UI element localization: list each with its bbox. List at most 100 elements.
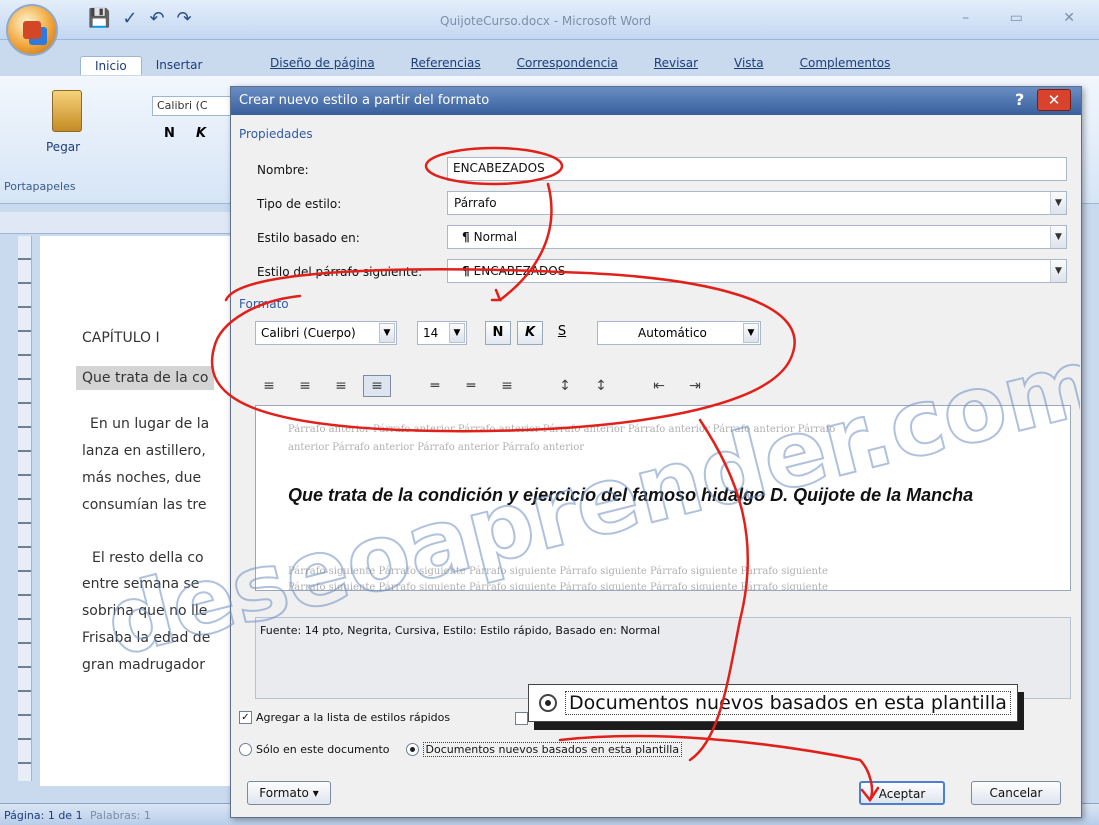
increase-indent-icon[interactable]: ⇥ bbox=[681, 375, 709, 397]
new-docs-label: Documentos nuevos basados en esta planti… bbox=[422, 742, 683, 757]
underline-button[interactable]: S bbox=[549, 321, 575, 345]
vertical-ruler[interactable] bbox=[18, 236, 32, 781]
font-select[interactable]: Calibri (Cuerpo) ▼ bbox=[255, 321, 397, 345]
justify-icon[interactable]: ≡ bbox=[363, 375, 391, 397]
add-quick-styles-row[interactable]: ✓ Agregar a la lista de estilos rápidos bbox=[239, 711, 450, 724]
style-type-value: Párrafo bbox=[454, 196, 497, 210]
status-words[interactable]: Palabras: 1 bbox=[90, 809, 151, 822]
font-value: Calibri (Cuerpo) bbox=[261, 326, 356, 340]
window-title: QuijoteCurso.docx - Microsoft Word bbox=[440, 14, 652, 28]
tab-vista[interactable]: Vista bbox=[734, 56, 764, 70]
bold-button[interactable]: N bbox=[485, 321, 511, 345]
status-page[interactable]: Página: 1 de 1 bbox=[4, 809, 83, 822]
ribbon-italic-icon[interactable]: K bbox=[196, 126, 206, 141]
dialog-title: Crear nuevo estilo a partir del formato bbox=[239, 93, 490, 108]
chevron-down-icon[interactable]: ▼ bbox=[449, 323, 465, 343]
scope-radio-row: Sólo en este documento Documentos nuevos… bbox=[239, 742, 683, 757]
ok-button[interactable]: Aceptar bbox=[859, 781, 945, 805]
font-size-select[interactable]: 14 ▼ bbox=[417, 321, 467, 345]
next-paragraph-value: ENCABEZADOS bbox=[473, 264, 566, 278]
doc-line: consumían las tre bbox=[82, 497, 207, 513]
only-this-doc-label: Sólo en este documento bbox=[256, 743, 390, 756]
office-button[interactable] bbox=[6, 4, 58, 56]
redo-icon[interactable]: ↷ bbox=[177, 8, 192, 29]
only-this-doc-radio[interactable] bbox=[239, 743, 252, 756]
chevron-down-icon[interactable]: ▼ bbox=[1050, 226, 1066, 248]
single-spacing-icon[interactable]: ═ bbox=[421, 375, 449, 397]
chevron-down-icon[interactable]: ▼ bbox=[743, 323, 759, 343]
space-after-icon[interactable]: ↕ bbox=[587, 375, 615, 397]
word-title-bar: 💾 ✓ ↶ ↷ QuijoteCurso.docx - Microsoft Wo… bbox=[0, 0, 1099, 40]
style-type-select[interactable]: Párrafo ▼ bbox=[447, 191, 1067, 215]
help-icon[interactable]: ? bbox=[1015, 90, 1024, 109]
font-color-select[interactable]: Automático ▼ bbox=[597, 321, 761, 345]
name-input[interactable]: ENCABEZADOS bbox=[447, 157, 1067, 181]
based-on-label: Estilo basado en: bbox=[257, 231, 360, 245]
doc-line: En un lugar de la bbox=[90, 416, 210, 432]
font-size-value: 14 bbox=[423, 326, 439, 340]
ribbon-bold-icon[interactable]: N bbox=[164, 126, 175, 141]
preview-previous-paragraph: anterior Párrafo anterior Párrafo anteri… bbox=[288, 442, 585, 453]
align-left-icon[interactable]: ≡ bbox=[255, 375, 283, 397]
tab-complementos[interactable]: Complementos bbox=[800, 56, 891, 70]
doc-line-highlighted: Que trata de la co bbox=[76, 366, 215, 390]
cancel-button[interactable]: Cancelar bbox=[971, 781, 1061, 805]
properties-section-label: Propiedades bbox=[239, 127, 313, 141]
alignment-toolbar: ≡ ≡ ≡ ≡ ═ ═ ≡ ↕ ↕ ⇤ ⇥ bbox=[255, 375, 717, 397]
doc-line: Frisaba la edad de bbox=[82, 630, 211, 646]
chevron-down-icon[interactable]: ▼ bbox=[1050, 260, 1066, 282]
preview-sample-text: Que trata de la condición y ejercicio de… bbox=[288, 485, 974, 505]
callout-radio-icon bbox=[539, 694, 557, 712]
auto-update-checkbox[interactable] bbox=[515, 712, 528, 725]
preview-previous-paragraph: Párrafo anterior Párrafo anterior Párraf… bbox=[288, 424, 836, 435]
ribbon-font-box[interactable]: Calibri (C bbox=[152, 96, 232, 116]
doc-line: CAPÍTULO I bbox=[82, 330, 160, 346]
tab-revisar[interactable]: Revisar bbox=[654, 56, 698, 70]
align-center-icon[interactable]: ≡ bbox=[291, 375, 319, 397]
paragraph-mark-icon: ¶ bbox=[462, 230, 470, 244]
style-type-label: Tipo de estilo: bbox=[257, 197, 342, 211]
close-icon[interactable]: ✕ bbox=[1037, 89, 1071, 111]
preview-next-paragraph: Párrafo siguiente Párrafo siguiente Párr… bbox=[288, 566, 828, 577]
zoom-callout: Documentos nuevos basados en esta planti… bbox=[528, 684, 1018, 722]
chevron-down-icon[interactable]: ▼ bbox=[379, 323, 395, 343]
quick-access-toolbar: 💾 ✓ ↶ ↷ bbox=[88, 8, 192, 29]
based-on-select[interactable]: ¶ Normal ▼ bbox=[447, 225, 1067, 249]
format-section-label: Formato bbox=[239, 297, 289, 311]
double-spacing-icon[interactable]: ≡ bbox=[493, 375, 521, 397]
tab-insertar[interactable]: Insertar bbox=[142, 56, 217, 75]
save-icon[interactable]: 💾 bbox=[88, 8, 110, 29]
paste-label[interactable]: Pegar bbox=[46, 140, 80, 154]
paste-icon[interactable] bbox=[52, 90, 82, 132]
doc-line: más noches, due bbox=[82, 470, 202, 486]
next-paragraph-select[interactable]: ¶ ENCABEZADOS ▼ bbox=[447, 259, 1067, 283]
ribbon-tabs-right: Diseño de página Referencias Corresponde… bbox=[270, 56, 890, 70]
window-controls[interactable]: – ▭ ✕ bbox=[962, 10, 1093, 26]
space-before-icon[interactable]: ↕ bbox=[551, 375, 579, 397]
chevron-down-icon[interactable]: ▼ bbox=[1050, 192, 1066, 214]
undo-icon[interactable]: ↶ bbox=[150, 8, 165, 29]
format-button-label: Formato bbox=[259, 786, 309, 800]
new-docs-radio[interactable] bbox=[405, 743, 419, 756]
add-quick-styles-label: Agregar a la lista de estilos rápidos bbox=[256, 711, 451, 724]
doc-line: lanza en astillero, bbox=[82, 443, 206, 459]
decrease-indent-icon[interactable]: ⇤ bbox=[645, 375, 673, 397]
ribbon-tabs: Inicio Insertar bbox=[80, 56, 216, 75]
add-quick-styles-checkbox[interactable]: ✓ bbox=[239, 711, 252, 724]
tab-referencias[interactable]: Referencias bbox=[411, 56, 481, 70]
format-menu-button[interactable]: Formato ▾ bbox=[247, 781, 331, 805]
doc-line: entre semana se bbox=[82, 576, 200, 592]
clipboard-group-label: Portapapeles bbox=[4, 180, 76, 193]
tab-inicio[interactable]: Inicio bbox=[80, 56, 142, 75]
tab-diseno[interactable]: Diseño de página bbox=[270, 56, 375, 70]
italic-button[interactable]: K bbox=[517, 321, 543, 345]
spellcheck-icon[interactable]: ✓ bbox=[122, 8, 137, 29]
next-paragraph-label: Estilo del párrafo siguiente: bbox=[257, 265, 423, 279]
dialog-title-bar[interactable]: Crear nuevo estilo a partir del formato … bbox=[231, 87, 1081, 115]
one-half-spacing-icon[interactable]: ═ bbox=[457, 375, 485, 397]
horizontal-ruler[interactable] bbox=[0, 212, 240, 234]
tab-correspondencia[interactable]: Correspondencia bbox=[517, 56, 618, 70]
font-color-value: Automático bbox=[638, 326, 707, 340]
paragraph-mark-icon: ¶ bbox=[462, 264, 470, 278]
align-right-icon[interactable]: ≡ bbox=[327, 375, 355, 397]
